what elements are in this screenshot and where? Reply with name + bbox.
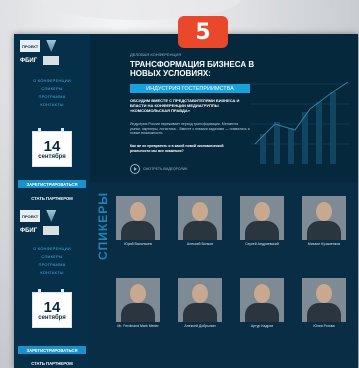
speaker-name: Юрий Васильчев: [124, 242, 152, 246]
sidebar-link-contacts-repeat[interactable]: КОНТАКТЫ: [24, 270, 80, 275]
logo-square-icon: [43, 226, 60, 235]
speaker-photo: [302, 196, 346, 240]
register-button[interactable]: ЗАРЕГИСТРИРОВАТЬСЯ: [18, 180, 86, 188]
speaker-photo: [302, 278, 346, 322]
logo-fbig-repeat: ФБИГ: [20, 227, 38, 234]
sidebar: ПРОЕКТ ФБИГ О КОНФЕРЕНЦИИ СПИКЕРЫ ПРОГРА…: [14, 34, 90, 368]
page-title: ТРАНСФОРМАЦИЯ БИЗНЕСА В НОВЫХ УСЛОВИЯХ:: [130, 60, 255, 78]
sidebar-link-about-repeat[interactable]: О КОНФЕРЕНЦИИ: [24, 246, 80, 251]
register-button-repeat[interactable]: ЗАРЕГИСТРИРОВАТЬСЯ: [18, 346, 86, 354]
main-content: ДЕЛОВАЯ КОНФЕРЕНЦИЯ ТРАНСФОРМАЦИЯ БИЗНЕС…: [90, 34, 358, 368]
speaker-photo: [240, 278, 284, 322]
logo-mark-icon: [46, 40, 57, 52]
speakers-section: СПИКЕРЫ Юрий Васильчев Алексей Волков Се…: [90, 182, 358, 368]
partner-button[interactable]: СТАТЬ ПАРТНЕРОМ: [18, 194, 86, 202]
play-icon: [130, 164, 140, 174]
speaker-name: Сергей Андриевский: [245, 242, 279, 246]
printed-page-mockup: ПРОЕКТ ФБИГ О КОНФЕРЕНЦИИ СПИКЕРЫ ПРОГРА…: [14, 34, 358, 368]
sidebar-logos-repeat-row2: ФБИГ: [20, 226, 60, 235]
logo-fbig: ФБИГ: [20, 57, 38, 64]
intro-paragraph: Индустрия России переживает период транс…: [130, 122, 250, 135]
date-day-repeat: 14: [43, 298, 61, 316]
speaker-card[interactable]: Юлия Рогова: [302, 278, 346, 328]
sidebar-logos: ПРОЕКТ: [20, 40, 57, 52]
step-number-badge: 5: [178, 16, 228, 48]
industry-tag: ИНДУСТРИЯ ГОСТЕПРИИМСТВА: [130, 84, 250, 93]
speaker-name: Алексей Волков: [186, 242, 214, 246]
date-box-repeat: 14 сентября: [32, 292, 72, 328]
video-link[interactable]: СМОТРЕТЬ ВИДЕОРОЛИК: [130, 164, 187, 174]
speaker-photo: [178, 278, 222, 322]
logo-square-icon: [43, 56, 60, 65]
sidebar-link-program[interactable]: ПРОГРАММА: [24, 94, 80, 99]
speaker-card[interactable]: Юрий Васильчев: [116, 196, 160, 246]
date-box: 14 сентября: [32, 131, 72, 167]
speaker-name: Mr. Ferdinand Mark Meder: [117, 324, 159, 328]
subheading: ОБСУДИМ ВМЕСТЕ С ПРЕДСТАВИТЕЛЯМИ БИЗНЕСА…: [130, 98, 240, 113]
date-month: сентября: [38, 153, 66, 160]
sidebar-link-about[interactable]: О КОНФЕРЕНЦИИ: [24, 78, 80, 83]
speaker-photo: [178, 196, 222, 240]
logo-project: ПРОЕКТ: [20, 40, 41, 52]
speaker-name: Юлия Рогова: [313, 324, 335, 328]
sidebar-link-contacts[interactable]: КОНТАКТЫ: [24, 102, 80, 107]
speaker-card[interactable]: Артур Кадров: [240, 278, 284, 328]
decorative-chart-icon: [250, 81, 350, 164]
sidebar-link-speakers-repeat[interactable]: СПИКЕРЫ: [24, 254, 80, 259]
speaker-photo: [240, 196, 284, 240]
speaker-photo: [116, 278, 160, 322]
conference-label: ДЕЛОВАЯ КОНФЕРЕНЦИЯ: [130, 52, 182, 57]
speaker-name: Михаил Кузьменков: [307, 242, 341, 246]
speaker-card[interactable]: Михаил Кузьменков: [302, 196, 346, 246]
speaker-card[interactable]: Алексей Волков: [178, 196, 222, 246]
speaker-card[interactable]: Алексей Добрынин: [178, 278, 222, 328]
video-link-label: СМОТРЕТЬ ВИДЕОРОЛИК: [143, 167, 188, 171]
speaker-name: Алексей Добрынин: [184, 324, 216, 328]
date-month-repeat: сентября: [38, 314, 66, 321]
speaker-card[interactable]: Сергей Андриевский: [240, 196, 284, 246]
partner-button-repeat[interactable]: СТАТЬ ПАРТНЕРОМ: [18, 359, 86, 367]
sidebar-link-speakers[interactable]: СПИКЕРЫ: [24, 86, 80, 91]
speakers-title: СПИКЕРЫ: [96, 192, 110, 260]
date-day: 14: [43, 137, 61, 155]
speaker-photo: [116, 196, 160, 240]
intro-question: Как же их превратить и в какой новой эко…: [130, 144, 224, 153]
logo-project-repeat: ПРОЕКТ: [20, 210, 41, 222]
logo-mark-icon: [46, 210, 57, 222]
speaker-card[interactable]: Mr. Ferdinand Mark Meder: [116, 278, 160, 328]
sidebar-logos-repeat: ПРОЕКТ: [20, 210, 57, 222]
sidebar-logos-row2: ФБИГ: [20, 56, 60, 65]
sidebar-link-program-repeat[interactable]: ПРОГРАММА: [24, 262, 80, 267]
speaker-name: Артур Кадров: [250, 324, 274, 328]
